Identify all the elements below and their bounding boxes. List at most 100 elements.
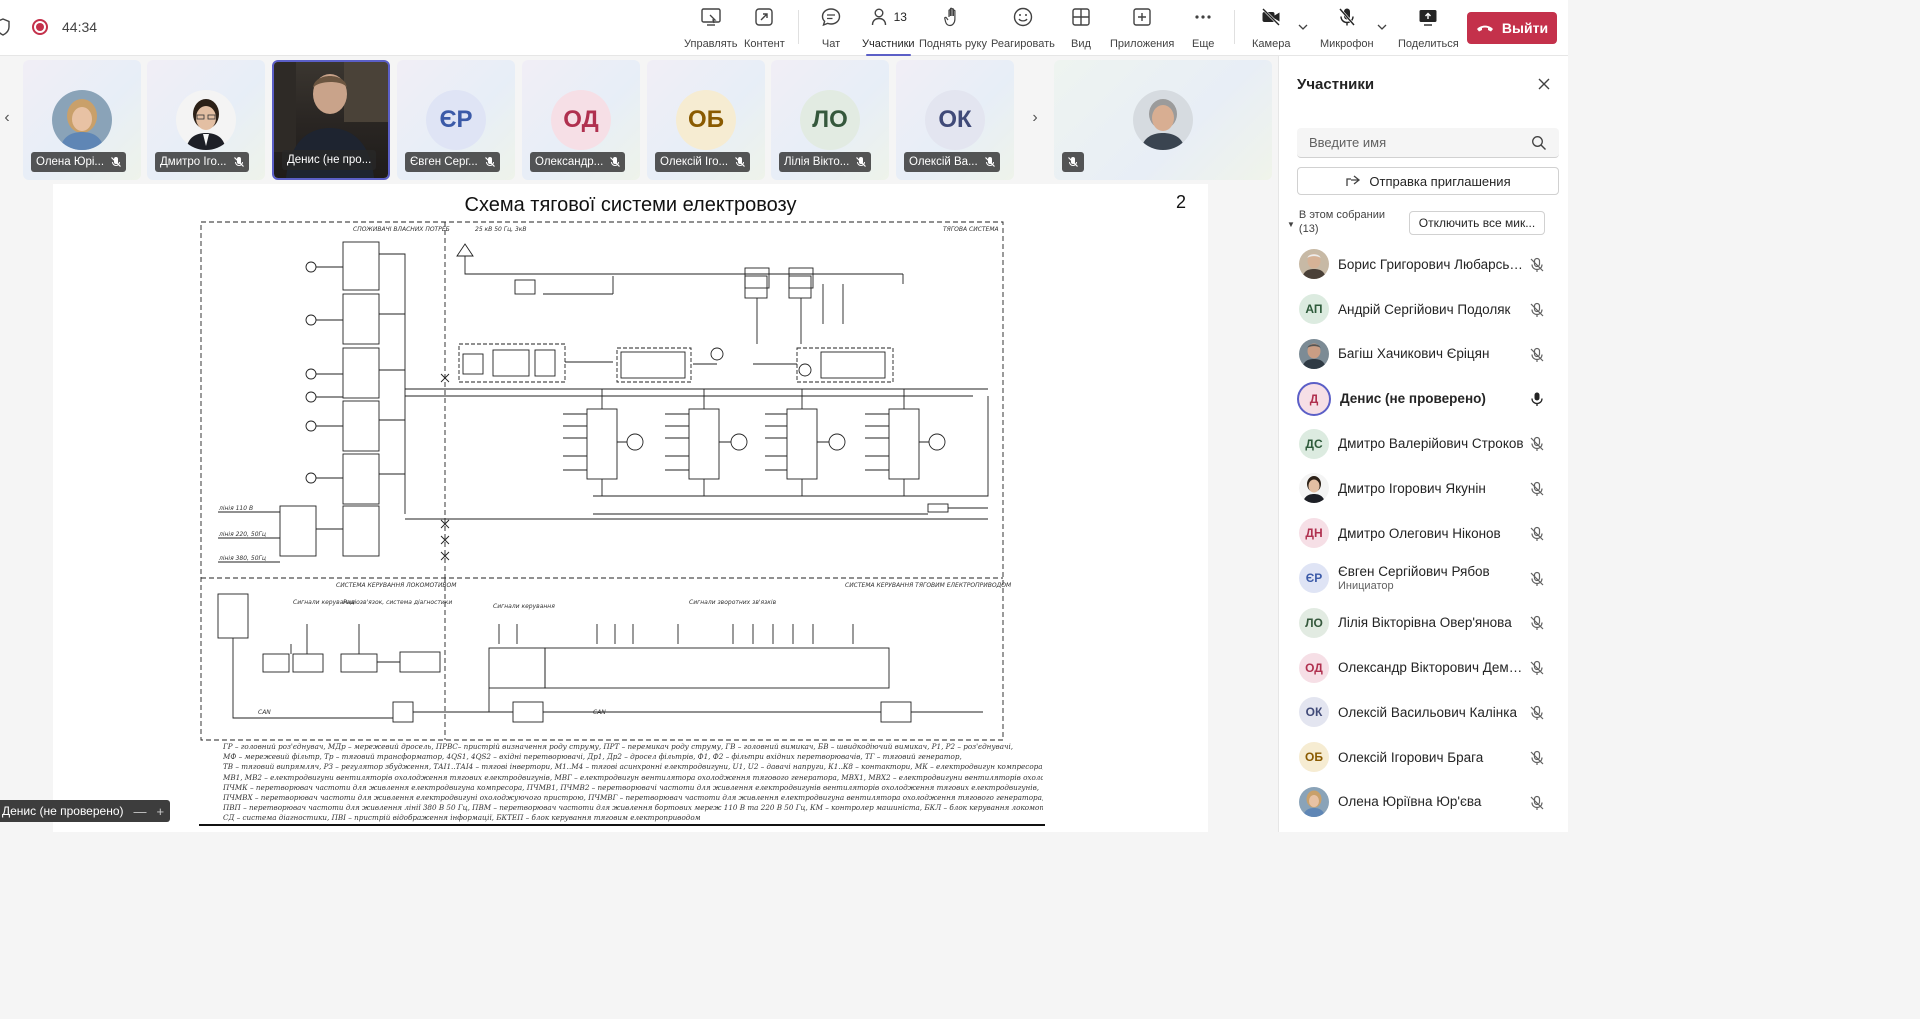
grid-view-icon — [1072, 8, 1090, 26]
participant-tile[interactable]: Дмитро Іго... — [147, 60, 265, 180]
view-button[interactable]: Вид — [1070, 6, 1092, 50]
list-item[interactable]: Олена Юріївна Юр'єва — [1279, 780, 1569, 825]
woman-photo-icon — [52, 90, 112, 150]
mic-muted-icon — [484, 157, 495, 167]
tile-name-label: Дмитро Іго... — [155, 152, 249, 172]
share-button[interactable]: Поделиться — [1398, 6, 1459, 50]
avatar — [52, 90, 112, 150]
mute-all-button[interactable]: Отключить все мик... — [1409, 211, 1545, 235]
participant-tile[interactable]: ОД Олександр... — [522, 60, 640, 180]
close-icon[interactable] — [1536, 76, 1552, 92]
avatar: ЛО — [1299, 607, 1329, 638]
meeting-toolbar: 44:34 Управлять Контент Чат 13 Участники… — [0, 0, 1568, 56]
tile-name-label: Олександр... — [530, 152, 626, 172]
self-view-minimize-button[interactable]: — — [134, 804, 147, 819]
raise-hand-button[interactable]: Поднять руку — [919, 6, 987, 50]
mic-muted-icon — [1530, 437, 1544, 452]
mic-muted-icon — [735, 157, 746, 167]
leave-button[interactable]: Выйти — [1467, 12, 1557, 44]
participant-tile-large[interactable] — [1054, 60, 1272, 180]
mic-muted-icon — [1530, 795, 1544, 810]
participant-tile-active-video[interactable]: Денис (не про... — [272, 60, 390, 180]
list-item[interactable]: АП Андрій Сергійович Подоляк — [1279, 287, 1569, 332]
list-item[interactable]: ОД Олександр Вікторович Деми... — [1279, 645, 1569, 690]
tile-name-label: Олексій Іго... — [655, 152, 751, 172]
shared-slide: Схема тягової системи електровозу 2 СПОЖ… — [53, 184, 1208, 832]
search-icon — [1532, 136, 1546, 150]
tile-mic-muted — [1062, 152, 1084, 172]
mic-muted-icon — [1530, 571, 1544, 586]
mic-muted-icon — [1530, 347, 1544, 362]
participant-search-input[interactable] — [1297, 128, 1559, 158]
participants-count: 13 — [870, 6, 907, 28]
participants-button[interactable]: 13 Участники — [862, 6, 915, 56]
hand-icon — [944, 7, 956, 27]
camera-off-icon — [1262, 8, 1281, 26]
camera-button[interactable]: Камера — [1252, 6, 1290, 50]
self-view-label: Денис (не проверено) — + — [0, 800, 171, 822]
label-diagnostics: Радіозв'язок, система діагностики — [343, 599, 452, 606]
react-button[interactable]: Реагировать — [991, 6, 1055, 50]
list-item[interactable]: Борис Григорович Любарськ... — [1279, 242, 1569, 287]
send-invite-button[interactable]: Отправка приглашения — [1297, 167, 1559, 195]
strip-next-chevron-icon[interactable]: › — [1028, 108, 1042, 128]
avatar: ЄР — [426, 90, 486, 150]
label-can: CAN — [258, 709, 271, 716]
mic-options-chevron-icon[interactable] — [1377, 22, 1387, 32]
tile-name-label: Євген Серг... — [405, 152, 500, 172]
toolbar-divider — [1234, 10, 1235, 44]
avatar: Д — [1297, 381, 1331, 416]
list-item[interactable]: ЄР Євген Сергійович Рябов Инициатор — [1279, 556, 1569, 601]
mic-muted-icon — [1068, 157, 1078, 167]
mic-off-icon — [1338, 8, 1355, 26]
strip-prev-chevron-icon[interactable]: ‹ — [0, 108, 14, 128]
label-can-2: CAN — [593, 709, 606, 716]
list-item[interactable]: ДН Дмитро Олегович Ніконов — [1279, 511, 1569, 556]
avatar: ОБ — [676, 90, 736, 150]
avatar: ДС — [1299, 428, 1329, 459]
more-button[interactable]: Еще — [1192, 6, 1214, 50]
participant-tile[interactable]: ОК Олексій Ва... — [896, 60, 1014, 180]
man-photo-icon — [1133, 90, 1193, 150]
avatar: ОБ — [1299, 742, 1329, 773]
participant-tile[interactable]: Олена Юрі... — [23, 60, 141, 180]
slide-divider — [199, 824, 1045, 826]
mic-muted-icon — [984, 157, 995, 167]
label-line-220: лінія 220, 50Гц — [218, 531, 266, 538]
list-item[interactable]: ДС Дмитро Валерійович Строков — [1279, 421, 1569, 466]
section-in-meeting-toggle[interactable]: ▼ В этом собрании (13) — [1287, 208, 1397, 236]
avatar — [1299, 473, 1329, 504]
participant-tile[interactable]: ЛО Лілія Вікто... — [771, 60, 889, 180]
avatar — [1299, 338, 1329, 369]
mic-muted-icon — [1530, 481, 1544, 496]
tile-name-label: Денис (не про... — [282, 150, 377, 170]
list-item-speaking[interactable]: Д Денис (не проверено) — [1279, 376, 1569, 421]
mic-button[interactable]: Микрофон — [1320, 6, 1374, 50]
self-view-expand-button[interactable]: + — [157, 804, 165, 819]
participant-tile[interactable]: ОБ Олексій Іго... — [647, 60, 765, 180]
chat-button[interactable]: Чат — [820, 6, 842, 50]
list-item[interactable]: ОК Олексій Васильович Калінка — [1279, 690, 1569, 735]
man-photo-icon — [1299, 249, 1329, 280]
list-item[interactable]: ЛО Лілія Вікторівна Овер'янова — [1279, 600, 1569, 645]
people-icon — [871, 8, 886, 26]
caret-down-icon: ▼ — [1287, 220, 1295, 229]
label-drive-control: СИСТЕМА КЕРУВАННЯ ТЯГОВИМ ЕЛЕКТРОПРИВОДО… — [845, 582, 1012, 589]
manage-button[interactable]: Управлять — [684, 6, 737, 50]
content-button[interactable]: Контент — [744, 6, 785, 50]
list-item[interactable]: Дмитро Ігорович Якунін — [1279, 466, 1569, 511]
recording-indicator: 44:34 — [0, 18, 97, 36]
traction-system-schematic: СПОЖИВАЧІ ВЛАСНИХ ПОТРЕБ ТЯГОВА СИСТЕМА … — [200, 221, 1012, 741]
mic-muted-icon — [1530, 616, 1544, 631]
manage-icon — [701, 8, 721, 26]
add-app-icon — [1133, 8, 1151, 26]
camera-options-chevron-icon[interactable] — [1298, 22, 1308, 32]
label-feedback-signals: Сигнали зворотних зв'язків — [689, 599, 777, 606]
toolbar-divider — [798, 10, 799, 44]
smiley-icon — [1013, 7, 1033, 27]
apps-button[interactable]: Приложения — [1110, 6, 1174, 50]
list-item[interactable]: Багіш Хачикович Єріцян — [1279, 332, 1569, 377]
mic-muted-icon — [111, 157, 121, 167]
participant-tile[interactable]: ЄР Євген Серг... — [397, 60, 515, 180]
list-item[interactable]: ОБ Олексій Ігорович Брага — [1279, 735, 1569, 780]
